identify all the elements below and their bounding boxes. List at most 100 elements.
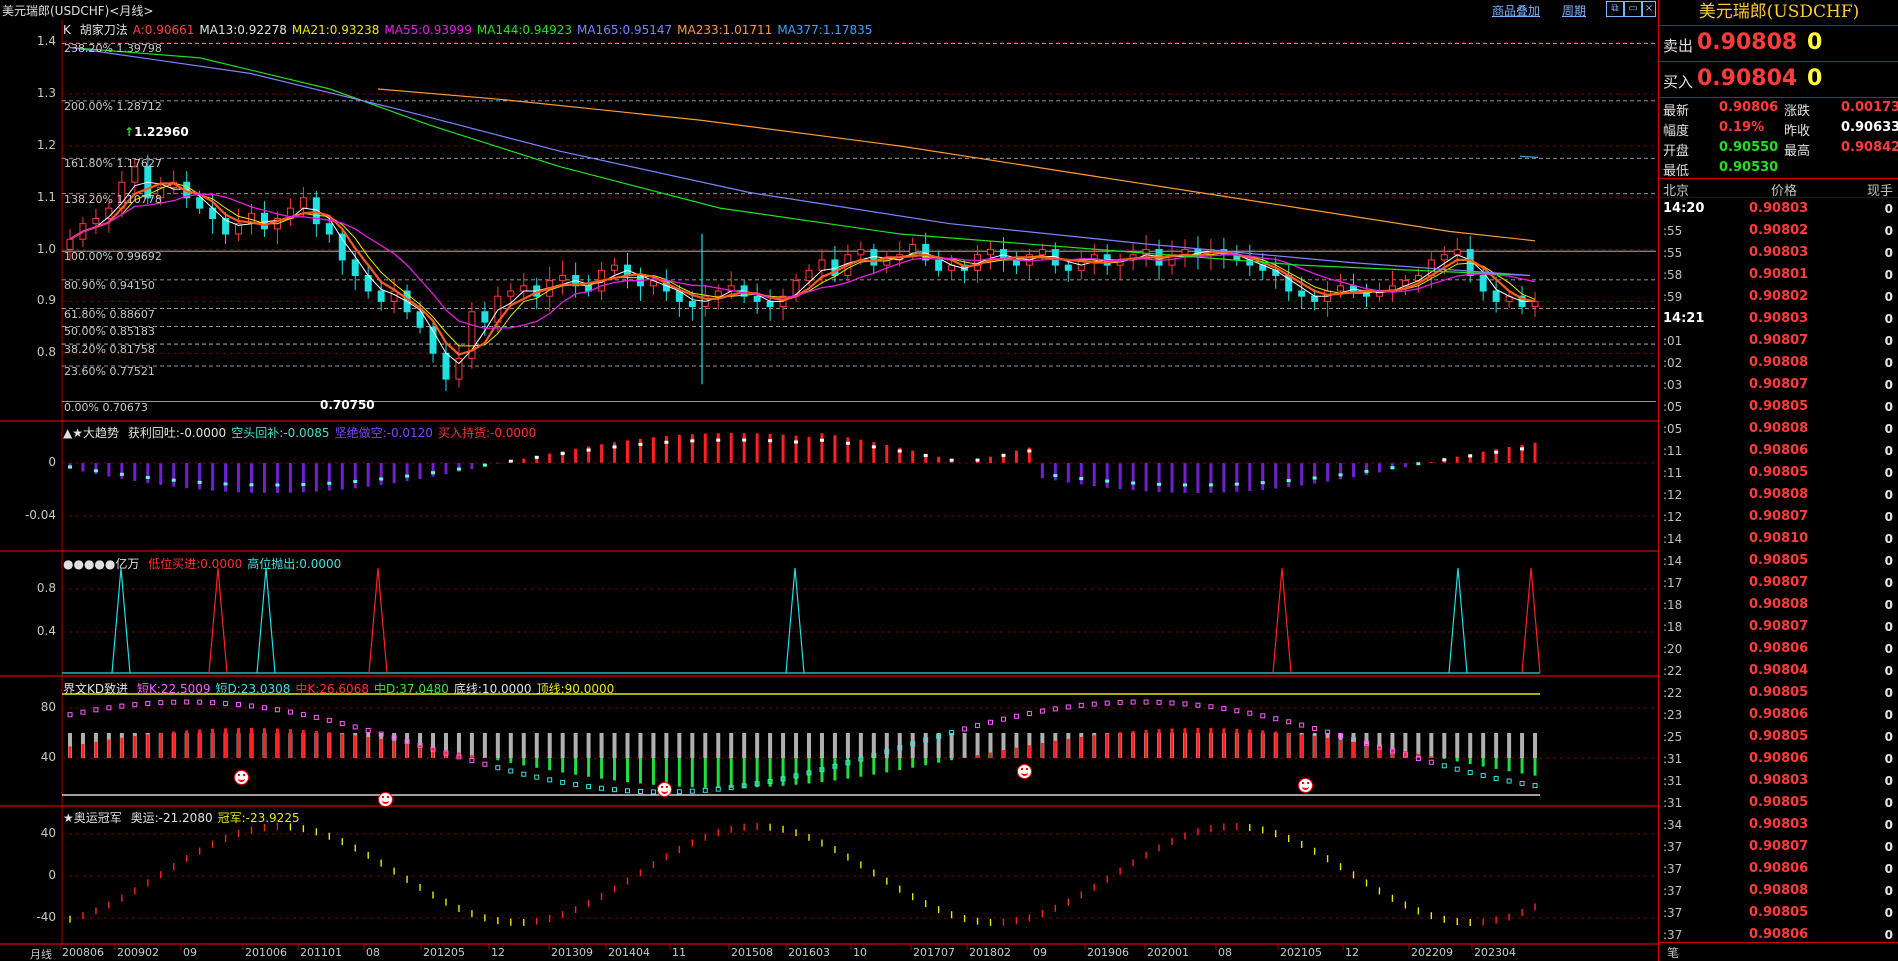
tick-row: :12 0.90808 0	[1659, 484, 1898, 506]
trend-dot	[794, 440, 799, 444]
x-tick: 202304	[1474, 946, 1516, 959]
legend-item: MA21:0.93238	[291, 23, 380, 37]
fib-label: 38.20% 0.81758	[64, 343, 155, 357]
trend-dot	[1131, 481, 1136, 485]
legend-item: MA13:0.92278	[199, 23, 287, 37]
trend-dot	[119, 472, 124, 476]
trend-dot	[560, 452, 565, 456]
quote-l2: 昨收	[1784, 124, 1811, 139]
trend-dot	[171, 478, 176, 482]
olympic-y-tick: -40	[36, 910, 56, 924]
trend-dot	[223, 482, 228, 486]
olympic-y-tick: 40	[40, 826, 56, 840]
tick-time: :05	[1663, 400, 1683, 414]
tick-volume: 0	[1884, 400, 1893, 414]
tick-row: :11 0.90805 0	[1659, 462, 1898, 484]
tick-row: :18 0.90807 0	[1659, 616, 1898, 638]
trend-dot	[1053, 474, 1058, 478]
tick-price: 0.90805	[1749, 905, 1809, 920]
main-ind-items: 胡家刀法 A:0.90661 MA13:0.92278 MA21:0.93238 MA5…	[80, 23, 878, 37]
tick-time: :18	[1663, 620, 1683, 634]
legend-item: MA377:1.17835	[777, 23, 873, 37]
tick-price: 0.90807	[1749, 377, 1809, 392]
close-icon[interactable]: ×	[1642, 1, 1656, 17]
tick-volume: 0	[1884, 576, 1893, 590]
overlay-symbol-link[interactable]: 商品叠加	[1492, 2, 1540, 19]
trend-dot	[1286, 479, 1291, 483]
legend-item: 低位买进:0.0000	[148, 557, 243, 571]
trend-dot	[612, 445, 617, 449]
tick-time: :05	[1663, 422, 1683, 436]
tick-row: :55 0.90802 0	[1659, 220, 1898, 242]
tick-volume: 0	[1884, 444, 1893, 458]
trend-dot	[405, 474, 410, 478]
tick-time: :25	[1663, 730, 1683, 744]
tick-volume: 0	[1884, 708, 1893, 722]
tick-volume: 0	[1884, 378, 1893, 392]
tick-time: :02	[1663, 356, 1683, 370]
trend-dot	[871, 445, 876, 449]
trend-dot	[379, 477, 384, 481]
tick-time: :37	[1663, 928, 1683, 942]
trend-dot	[897, 449, 902, 453]
quote-v1: 0.90806	[1719, 100, 1779, 115]
candle-body	[935, 259, 943, 271]
fib-label: 161.80% 1.17627	[64, 157, 162, 171]
y-tick: 0.9	[36, 293, 56, 308]
tick-volume: 0	[1884, 884, 1893, 898]
chart-area[interactable]: 美元瑞郎(USDCHF)<月线> 商品叠加 周期 ⧉ ▭ × K 胡家刀法 A:0…	[0, 0, 1658, 961]
legend-item: 坚绝做空:-0.0120	[334, 426, 433, 440]
x-tick: 201906	[1087, 946, 1129, 959]
tick-header-volume: 现手	[1866, 184, 1893, 199]
tick-row: :20 0.90806 0	[1659, 638, 1898, 660]
quote-footer[interactable]: 笔	[1659, 942, 1898, 961]
tick-volume: 0	[1884, 532, 1893, 546]
tick-list[interactable]: 14:20 0.90803 0:55 0.90802 0:55 0.90803 0:58 0.…	[1659, 198, 1898, 946]
tick-row: :18 0.90808 0	[1659, 594, 1898, 616]
tick-time: :58	[1663, 268, 1683, 282]
x-tick: 10	[853, 946, 867, 959]
tick-volume: 0	[1884, 598, 1893, 612]
candle-body	[325, 223, 333, 235]
trend-dot	[68, 465, 72, 469]
tick-time: :59	[1663, 290, 1683, 304]
tick-row: :55 0.90803 0	[1659, 242, 1898, 264]
legend-item: 中K:26.6068	[295, 682, 369, 696]
x-tick: 12	[1345, 946, 1359, 959]
tick-row: :25 0.90805 0	[1659, 726, 1898, 748]
trend-dot	[275, 483, 280, 487]
trend-dot	[845, 441, 850, 445]
kd-y-tick: 40	[40, 750, 56, 764]
legend-item: A:0.90661	[132, 23, 195, 37]
x-tick: 200902	[117, 946, 159, 959]
trend-dot	[716, 438, 721, 442]
trend-dot	[664, 440, 669, 444]
legend-item: 短K:22.5009	[136, 682, 211, 696]
tick-row: :22 0.90804 0	[1659, 660, 1898, 682]
kd-items: 短K:22.5009 短D:23.0308 中K:26.6068 中D:37.0480…	[137, 682, 619, 696]
tick-tab[interactable]: 笔	[1667, 944, 1679, 961]
tile-icon[interactable]: ▭	[1624, 1, 1642, 17]
trend-dot	[768, 439, 773, 443]
tick-volume: 0	[1884, 312, 1893, 326]
sell-row[interactable]: 卖出 0.90808 0	[1659, 26, 1898, 62]
tick-volume: 0	[1884, 906, 1893, 920]
tick-price: 0.90807	[1749, 575, 1809, 590]
buy-row[interactable]: 买入 0.90804 0	[1659, 62, 1898, 98]
candle-body	[481, 311, 489, 323]
trend-legend: ▲★大趋势 获利回吐:-0.0000 空头回补:-0.0085 坚绝做空:-0.01…	[63, 424, 546, 441]
trend-dot	[431, 471, 436, 475]
tick-time: 14:20	[1663, 201, 1705, 216]
restore-icon[interactable]: ⧉	[1606, 1, 1624, 17]
candle-body	[1142, 249, 1150, 256]
tick-price: 0.90807	[1749, 509, 1809, 524]
tick-row: :12 0.90807 0	[1659, 506, 1898, 528]
trend-dot	[1182, 483, 1187, 487]
candle-body	[442, 352, 450, 380]
y-tick: 1.3	[36, 86, 56, 101]
tick-volume: 0	[1884, 422, 1893, 436]
signal-title: ●●●●●亿万	[63, 557, 140, 571]
trend-dot	[353, 479, 358, 483]
x-tick: 202209	[1411, 946, 1453, 959]
period-link[interactable]: 周期	[1562, 2, 1586, 19]
